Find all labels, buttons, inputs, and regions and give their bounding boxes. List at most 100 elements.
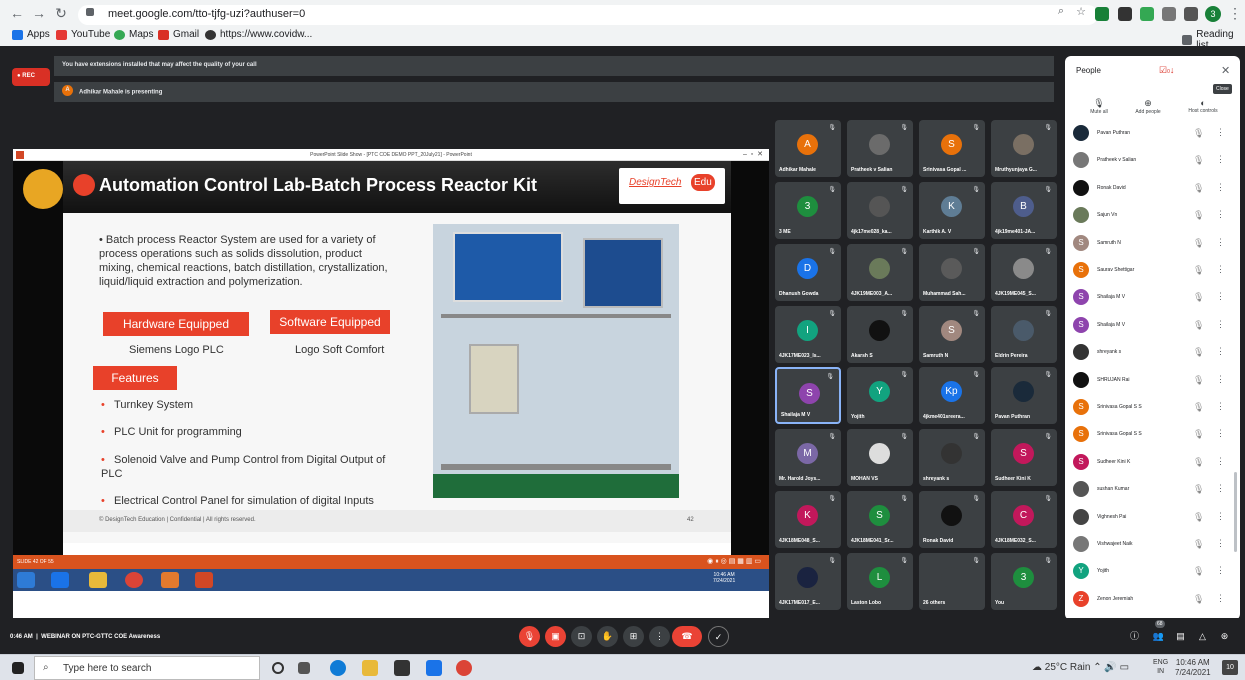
- participant-tile[interactable]: 🎙 4JK17ME017_E...: [775, 553, 841, 610]
- profile-avatar[interactable]: 3: [1205, 6, 1221, 22]
- participant-tile[interactable]: 🎙 S Srinivasa Gopal ...: [919, 120, 985, 177]
- language-indicator[interactable]: ENG IN: [1153, 658, 1168, 676]
- extension-icon[interactable]: [1140, 7, 1154, 21]
- participant-list-item[interactable]: Sajun Vn 🎙 ⋮: [1073, 203, 1233, 230]
- participant-list-item[interactable]: SHRUJAN Rai 🎙 ⋮: [1073, 368, 1233, 395]
- taskbar-search[interactable]: ⌕ Type here to search: [34, 656, 260, 680]
- participant-tile[interactable]: 🎙 D Dhanush Gowda: [775, 244, 841, 301]
- lock-icon[interactable]: ⊛: [1214, 626, 1235, 647]
- more-options-icon[interactable]: ⋮: [1216, 428, 1225, 439]
- participant-list-item[interactable]: Vighnesh Pai 🎙 ⋮: [1073, 505, 1233, 532]
- participant-tile[interactable]: 🎙 Mruthyunjaya G...: [991, 120, 1057, 177]
- participant-list-item[interactable]: sushan Kumar 🎙 ⋮: [1073, 477, 1233, 504]
- star-icon[interactable]: ☆: [1072, 5, 1090, 18]
- mic-off-icon[interactable]: 🎙: [1193, 539, 1204, 550]
- participant-tile[interactable]: 🎙 S Sudheer Kini K: [991, 429, 1057, 486]
- more-options-icon[interactable]: ⋮: [1216, 456, 1225, 467]
- weather-widget[interactable]: ☁ 25°C Rain ⌃ 🔊 ▭: [1032, 662, 1129, 673]
- activities-icon[interactable]: △: [1192, 626, 1213, 647]
- more-options-icon[interactable]: ⋮: [1216, 127, 1225, 138]
- store-icon[interactable]: [394, 660, 410, 676]
- more-options-icon[interactable]: ⋮: [1216, 565, 1225, 576]
- participant-list-item[interactable]: S Sudheer Kini K 🎙 ⋮: [1073, 450, 1233, 477]
- check-icon[interactable]: ✓: [708, 626, 729, 647]
- bookmark-covid[interactable]: https://www.covidw...: [205, 29, 312, 40]
- participant-list-item[interactable]: shreyank s 🎙 ⋮: [1073, 340, 1233, 367]
- info-icon[interactable]: ⓘ: [1124, 626, 1145, 647]
- participant-tile[interactable]: 🎙 K Karthik A. V: [919, 182, 985, 239]
- mic-off-icon[interactable]: 🎙: [1193, 375, 1204, 386]
- participant-tile[interactable]: 🎙 L Laston Lobo: [847, 553, 913, 610]
- address-bar[interactable]: meet.google.com/tto-tjfg-uzi?authuser=0: [78, 5, 1098, 25]
- forward-arrow-icon[interactable]: →: [30, 5, 48, 21]
- scrollbar[interactable]: [1234, 472, 1237, 552]
- participant-tile[interactable]: 🎙 S 4JK18ME041_Sr...: [847, 491, 913, 548]
- more-options-icon[interactable]: ⋮: [1216, 483, 1225, 494]
- add-people-button[interactable]: ⊕ Add people: [1128, 98, 1168, 115]
- participant-tile[interactable]: 🎙 MOHAN VS: [847, 429, 913, 486]
- participant-tile[interactable]: 🎙 Pavan Puthran: [991, 367, 1057, 424]
- participant-tile[interactable]: 🎙 Akarsh S: [847, 306, 913, 363]
- mic-off-icon[interactable]: 🎙: [1193, 347, 1204, 358]
- more-options-icon[interactable]: ⋮: [1216, 182, 1225, 193]
- more-options-icon[interactable]: ⋮: [1216, 264, 1225, 275]
- mic-off-icon[interactable]: 🎙: [1193, 320, 1204, 331]
- mute-all-button[interactable]: 🎙 Mute all: [1079, 98, 1119, 115]
- participant-tile[interactable]: 🎙 4jk17me028_ka...: [847, 182, 913, 239]
- present-button[interactable]: ⊞: [623, 626, 644, 647]
- participant-list-item[interactable]: Vishwajeet Naik 🎙 ⋮: [1073, 532, 1233, 559]
- participant-list-item[interactable]: S Samruth N 🎙 ⋮: [1073, 231, 1233, 258]
- more-options-icon[interactable]: ⋮: [1216, 209, 1225, 220]
- back-arrow-icon[interactable]: ←: [8, 5, 26, 21]
- extension-icon[interactable]: [1118, 7, 1132, 21]
- reload-icon[interactable]: ↻: [52, 5, 70, 22]
- more-options-icon[interactable]: ⋮: [1216, 593, 1225, 604]
- mail-icon[interactable]: [426, 660, 442, 676]
- chat-icon[interactable]: ▤: [1170, 626, 1191, 647]
- address-text[interactable]: meet.google.com/tto-tjfg-uzi?authuser=0: [108, 8, 305, 20]
- participant-tile[interactable]: 🎙 Y Yojith: [847, 367, 913, 424]
- mic-off-icon[interactable]: 🎙: [1193, 292, 1204, 303]
- participant-tile[interactable]: 🎙 Kp 4jkme401sreera...: [919, 367, 985, 424]
- puzzle-icon[interactable]: [1184, 7, 1198, 21]
- more-options-icon[interactable]: ⋮: [1216, 237, 1225, 248]
- file-explorer-icon[interactable]: [362, 660, 378, 676]
- mic-off-icon[interactable]: 🎙: [1193, 238, 1204, 249]
- participant-tile[interactable]: 🎙 I 4JK17ME023_Is...: [775, 306, 841, 363]
- slideshow-controls[interactable]: ◉ ⏸ ◎ ▤ ▦ ▥ ▭: [707, 557, 761, 566]
- participant-list-item[interactable]: Y Yojith 🎙 ⋮: [1073, 559, 1233, 586]
- task-view-icon[interactable]: [298, 662, 310, 674]
- participant-list-item[interactable]: Z Zenon Jeremiah 🎙 ⋮: [1073, 587, 1233, 614]
- participant-tile[interactable]: 🎙 shreyank s: [919, 429, 985, 486]
- participant-tile[interactable]: 🎙 A Adhikar Mahale: [775, 120, 841, 177]
- zoom-icon[interactable]: ⌕: [1052, 5, 1070, 18]
- leave-call-button[interactable]: ☎: [672, 626, 702, 647]
- participant-tile[interactable]: 🎙 B 4jk19me401-JA...: [991, 182, 1057, 239]
- participant-tile[interactable]: 🎙 Eldrin Pereira: [991, 306, 1057, 363]
- participant-list-item[interactable]: Ronak David 🎙 ⋮: [1073, 176, 1233, 203]
- participant-tile[interactable]: 🎙 C 4JK18ME032_S...: [991, 491, 1057, 548]
- mic-off-icon[interactable]: 🎙: [1193, 457, 1204, 468]
- menu-dots-icon[interactable]: ⋮: [1226, 5, 1244, 22]
- more-options-icon[interactable]: ⋮: [1216, 291, 1225, 302]
- participant-tile[interactable]: 🎙 Ronak David: [919, 491, 985, 548]
- participant-list-item[interactable]: S Shailaja M V 🎙 ⋮: [1073, 313, 1233, 340]
- more-options-icon[interactable]: ⋮: [1216, 346, 1225, 357]
- notification-icon[interactable]: 10: [1222, 660, 1238, 675]
- mic-off-icon[interactable]: 🎙: [1193, 128, 1204, 139]
- mic-off-icon[interactable]: 🎙: [1193, 265, 1204, 276]
- bookmark-apps[interactable]: Apps: [12, 29, 50, 40]
- bookmark-maps[interactable]: Maps: [114, 29, 153, 40]
- close-icon[interactable]: ✕: [1221, 64, 1230, 77]
- host-controls-button[interactable]: ◐ Host controls: [1179, 98, 1227, 114]
- participant-list-item[interactable]: Pavan Puthran 🎙 ⋮: [1073, 121, 1233, 148]
- bookmark-youtube[interactable]: YouTube: [56, 29, 110, 40]
- participant-tile[interactable]: 🎙 26 others: [919, 553, 985, 610]
- participant-list-item[interactable]: S Srinivasa Gopal S S 🎙 ⋮: [1073, 395, 1233, 422]
- participant-tile[interactable]: 🎙 S Shailaja M V: [775, 367, 841, 424]
- mic-off-icon[interactable]: 🎙: [1193, 402, 1204, 413]
- extension-icon[interactable]: [1162, 7, 1176, 21]
- participant-list-item[interactable]: S Shailaja M V 🎙 ⋮: [1073, 285, 1233, 312]
- mic-off-icon[interactable]: 🎙: [1193, 155, 1204, 166]
- captions-button[interactable]: ⊡: [571, 626, 592, 647]
